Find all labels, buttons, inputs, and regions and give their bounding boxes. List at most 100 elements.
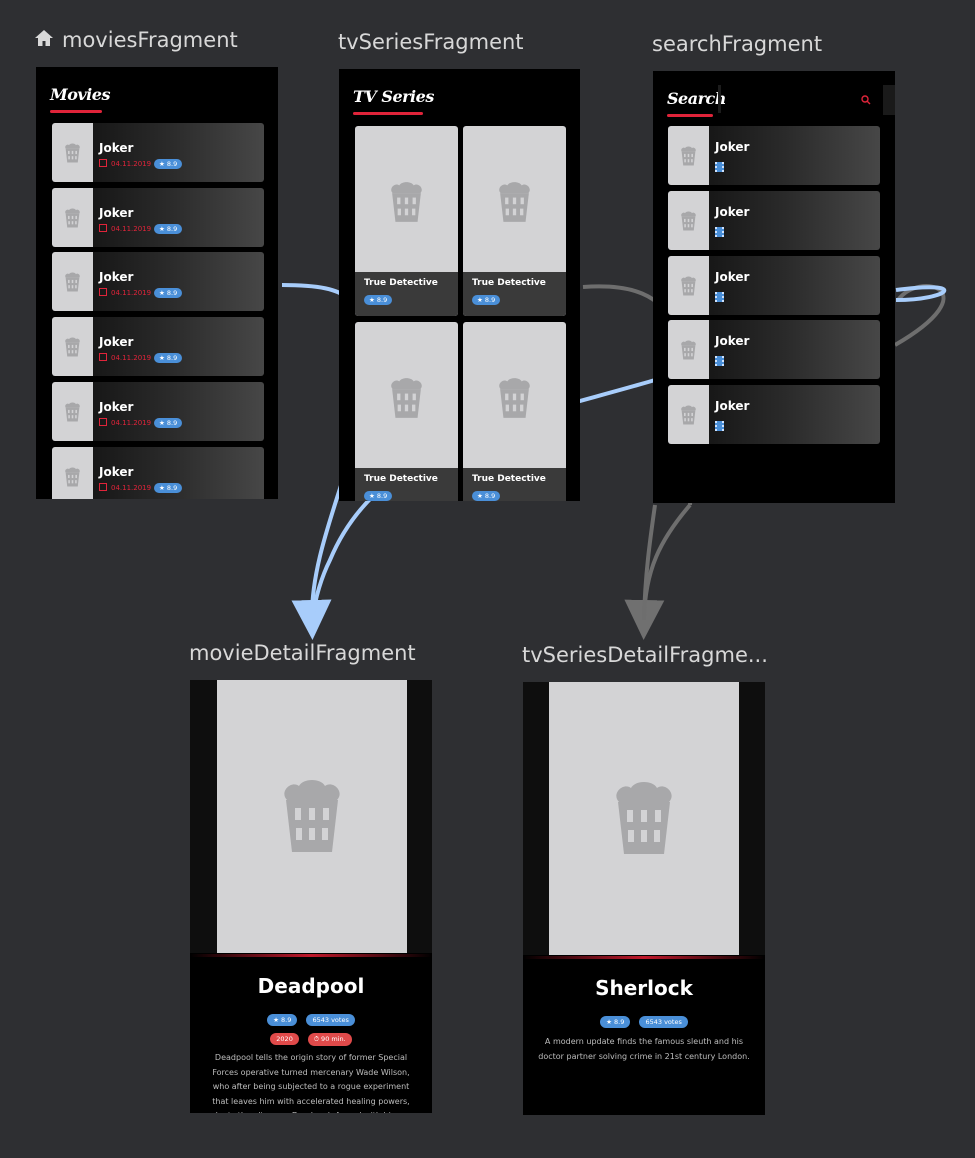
moviedetail-fragment-label[interactable]: movieDetailFragment: [189, 641, 416, 665]
tvseries-grid-item[interactable]: True Detective ★ 8.9: [355, 322, 458, 501]
rating-badge: ★ 8.9: [154, 482, 183, 493]
movie-list-item[interactable]: Joker 04.11.2019 ★ 8.9: [52, 123, 264, 182]
movie-thumbnail: [52, 123, 93, 182]
calendar-icon: [99, 482, 107, 491]
title-underline: [353, 112, 423, 115]
result-item-title: Joker: [715, 269, 750, 284]
tile-caption: True Detective ★ 8.9: [463, 468, 566, 501]
tvseries-item-title: True Detective: [364, 278, 438, 288]
rating-badge: ★ 8.9: [154, 288, 183, 299]
movies-fragment-label[interactable]: moviesFragment: [62, 28, 238, 52]
movie-item-title: Joker: [99, 141, 134, 155]
rating-badge: ★ 8.9: [472, 491, 501, 501]
popcorn-icon: [65, 272, 80, 292]
rating-badge: ★ 8.9: [364, 491, 393, 501]
action-search-self-arrow[interactable]: [895, 285, 947, 302]
tvseries-fragment-label[interactable]: tvSeriesFragment: [338, 30, 524, 54]
movie-item-date: 04.11.2019: [111, 289, 152, 298]
result-item-title: Joker: [715, 140, 750, 154]
result-item-title: Joker: [715, 399, 750, 414]
popcorn-icon: [499, 182, 530, 222]
film-icon: [715, 421, 724, 432]
rating-badge: ★ 8.9: [600, 1016, 631, 1028]
search-result-item[interactable]: Joker: [668, 255, 880, 315]
movie-stats-row: ★ 8.9 6543 votes: [190, 1007, 432, 1026]
rating-badge: ★ 8.9: [154, 159, 183, 169]
rating-badge: ★ 8.9: [154, 223, 183, 234]
movie-thumbnail: [52, 381, 93, 441]
result-thumbnail: [668, 190, 709, 250]
movie-item-date-row: 04.11.2019: [99, 417, 151, 427]
result-item-title: Joker: [715, 204, 750, 219]
tvseries-item-title: True Detective: [472, 278, 546, 288]
movie-item-date: 04.11.2019: [111, 354, 152, 363]
movie-item-title: Joker: [99, 464, 134, 479]
year-badge: 2020: [270, 1033, 299, 1045]
series-description: A modern update finds the famous sleuth …: [538, 1037, 750, 1061]
calendar-icon: [99, 223, 107, 232]
movie-list-item[interactable]: Joker 04.11.2019 ★ 8.9: [52, 381, 264, 441]
tvseriesdetail-screen[interactable]: Sherlock ★ 8.9 6543 votes A modern updat…: [523, 682, 765, 1115]
movie-list-item[interactable]: Joker 04.11.2019 ★ 8.9: [52, 446, 264, 499]
movie-description: Deadpool tells the origin story of forme…: [208, 1053, 414, 1113]
votes-badge: 6543 votes: [306, 1014, 355, 1026]
popcorn-icon: [681, 340, 696, 360]
tvseries-screen-title: TV Series: [353, 87, 434, 106]
search-result-item[interactable]: Joker: [668, 190, 880, 250]
poster-separator: [523, 956, 765, 959]
votes-badge: 6543 votes: [639, 1016, 688, 1028]
action-tvdetail-arrow[interactable]: [624, 503, 692, 640]
tvseries-grid-item[interactable]: True Detective ★ 8.9: [463, 322, 566, 501]
search-result-item[interactable]: Joker: [668, 320, 880, 380]
popcorn-icon: [616, 782, 672, 854]
movie-meta-row: 2020 ⏱ 90 min.: [190, 1026, 432, 1046]
tvseries-grid-item[interactable]: True Detective ★ 8.9: [355, 126, 458, 316]
search-input[interactable]: [883, 85, 895, 115]
movie-thumbnail: [52, 317, 93, 377]
movie-item-title: Joker: [99, 335, 134, 350]
tvseriesdetail-fragment-label[interactable]: tvSeriesDetailFragme...: [522, 643, 768, 667]
calendar-icon: [99, 159, 107, 167]
rating-badge: ★ 8.9: [154, 353, 183, 364]
action-search-to-tvdetail-arrow-2[interactable]: [642, 504, 657, 621]
movie-item-date-row: 04.11.2019: [99, 288, 151, 297]
rating-badge: ★ 8.9: [154, 417, 183, 428]
movie-list-item[interactable]: Joker 04.11.2019 ★ 8.9: [52, 317, 264, 377]
tvseries-item-title: True Detective: [364, 474, 438, 484]
tvseries-screen[interactable]: TV Series True Detective ★ 8.9 True Dete…: [339, 69, 580, 501]
movie-thumbnail: [52, 446, 93, 499]
tile-caption: True Detective ★ 8.9: [355, 468, 458, 501]
title-underline: [50, 110, 102, 113]
popcorn-icon: [391, 182, 422, 222]
movie-item-date: 04.11.2019: [111, 224, 152, 233]
moviedetail-screen[interactable]: Deadpool ★ 8.9 6543 votes 2020 ⏱ 90 min.…: [190, 680, 432, 1113]
home-icon: [35, 30, 53, 46]
rating-badge: ★ 8.9: [267, 1014, 298, 1026]
popcorn-icon: [65, 143, 80, 163]
movies-screen[interactable]: Movies Joker 04.11.2019 ★ 8.9 Joker 04.1…: [36, 67, 278, 499]
movies-screen-title: Movies: [50, 85, 110, 104]
search-result-item[interactable]: Joker: [668, 385, 880, 445]
movie-list-item[interactable]: Joker 04.11.2019 ★ 8.9: [52, 252, 264, 312]
series-poster: [549, 682, 739, 955]
movie-item-title: Joker: [99, 399, 134, 414]
movie-thumbnail: [52, 187, 93, 247]
film-icon: [715, 356, 724, 367]
title-underline: [667, 114, 713, 117]
search-icon[interactable]: [861, 95, 871, 105]
result-thumbnail: [668, 255, 709, 315]
search-result-item[interactable]: Joker: [668, 126, 880, 185]
movie-poster: [217, 680, 407, 953]
film-icon: [715, 226, 724, 237]
result-thumbnail: [668, 320, 709, 380]
tvseries-grid-item[interactable]: True Detective ★ 8.9: [463, 126, 566, 316]
popcorn-icon: [284, 780, 340, 852]
search-screen[interactable]: Search Joker Joker Joker Joker Joker: [653, 71, 895, 503]
popcorn-icon: [499, 378, 530, 418]
movie-list-item[interactable]: Joker 04.11.2019 ★ 8.9: [52, 187, 264, 247]
action-search-to-tvdetail-arrow[interactable]: [893, 284, 946, 347]
movie-title: Deadpool: [257, 974, 365, 998]
result-item-title: Joker: [715, 334, 750, 349]
result-thumbnail: [668, 385, 709, 445]
search-fragment-label[interactable]: searchFragment: [652, 32, 822, 56]
